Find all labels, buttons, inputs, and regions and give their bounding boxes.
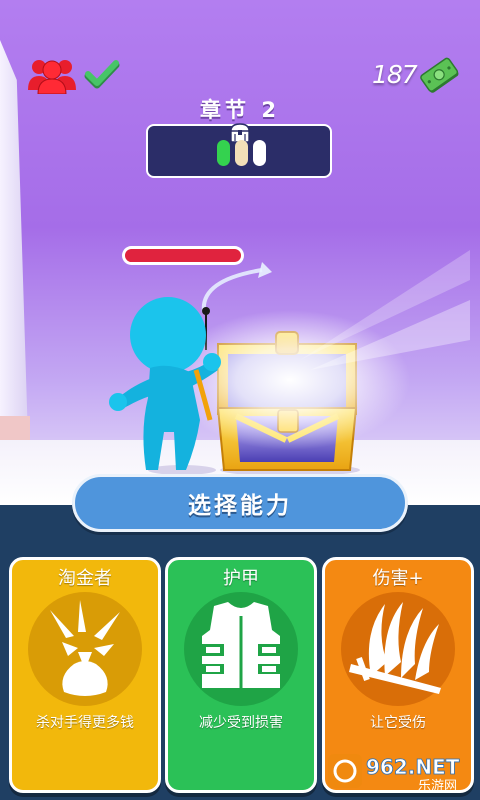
ability-icon-circle — [184, 592, 298, 706]
ability-icon-circle — [28, 592, 142, 706]
ability-icon-circle — [341, 592, 455, 706]
ability-description: 让它受伤 — [370, 715, 426, 731]
armor-vest-icon — [202, 602, 280, 688]
game-scene: 187 章节 2 — [0, 0, 480, 505]
ability-description: 减少受到损害 — [199, 715, 283, 731]
ability-title: 护甲 — [223, 568, 259, 589]
ability-card-gold-digger[interactable]: 淘金者 杀对手得更多钱 — [9, 557, 161, 793]
ability-title: 伤害+ — [372, 568, 424, 589]
slash-damage-icon — [349, 602, 441, 694]
money-bag-icon — [50, 600, 120, 696]
select-ability-banner: 选择能力 — [72, 474, 408, 532]
watermark-subtext: 乐游网 — [418, 779, 457, 794]
select-ability-label: 选择能力 — [188, 493, 292, 519]
ability-description: 杀对手得更多钱 — [36, 715, 134, 731]
ability-card-armor[interactable]: 护甲 减少受到损害 — [165, 557, 317, 793]
watermark-logo: 962.NET 乐游网 — [328, 754, 460, 794]
watermark-text: 962.NET — [366, 755, 460, 779]
player-stickman — [109, 297, 221, 475]
ability-title: 淘金者 — [58, 568, 112, 589]
